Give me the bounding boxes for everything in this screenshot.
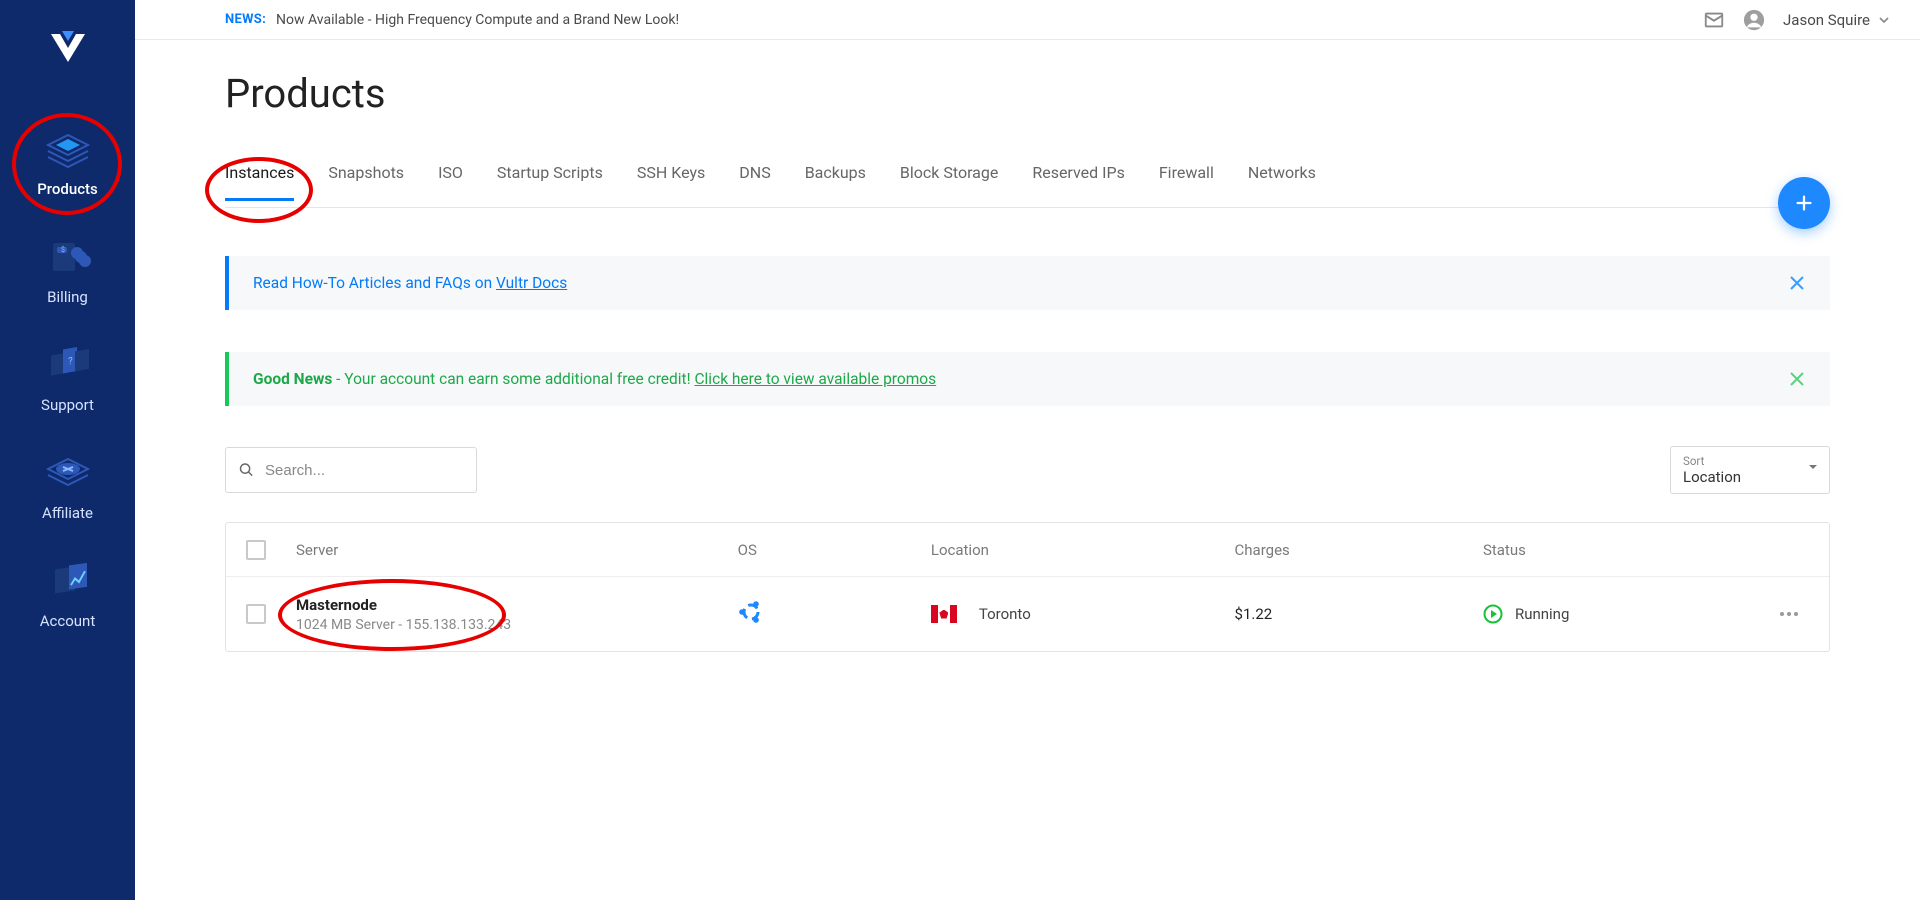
tab-reserved-ips[interactable]: Reserved IPs: [1032, 163, 1124, 200]
search-icon: [238, 460, 255, 480]
billing-icon: $: [42, 230, 94, 282]
col-location: Location: [931, 541, 1235, 559]
instance-name: Masternode: [296, 596, 738, 614]
banner-docs-link[interactable]: Vultr Docs: [496, 274, 567, 292]
sidebar-item-label: Affiliate: [42, 504, 93, 522]
tab-iso[interactable]: ISO: [438, 163, 463, 200]
sidebar-item-support[interactable]: ? Support: [0, 324, 135, 432]
user-name-label: Jason Squire: [1783, 11, 1870, 29]
tab-networks[interactable]: Networks: [1248, 163, 1316, 200]
mail-icon[interactable]: [1703, 9, 1725, 31]
affiliate-icon: [42, 446, 94, 498]
table-row[interactable]: Masternode 1024 MB Server - 155.138.133.…: [226, 577, 1829, 651]
sidebar-item-affiliate[interactable]: Affiliate: [0, 432, 135, 540]
tab-block-storage[interactable]: Block Storage: [900, 163, 998, 200]
banner-docs: Read How-To Articles and FAQs on Vultr D…: [225, 256, 1830, 310]
charges-text: $1.22: [1235, 605, 1483, 623]
page-title: Products: [225, 70, 1830, 117]
main: Products Instances Snapshots ISO Startup…: [135, 40, 1920, 692]
tab-bar: Instances Snapshots ISO Startup Scripts …: [225, 163, 1316, 200]
sort-value: Location: [1683, 468, 1817, 486]
tab-dns[interactable]: DNS: [739, 163, 770, 200]
search-box[interactable]: [225, 447, 477, 493]
banner-promo-close[interactable]: [1788, 370, 1806, 388]
instances-table: Server OS Location Charges Status Master…: [225, 522, 1830, 652]
svg-text:?: ?: [68, 356, 73, 368]
banner-promo: Good News - Your account can earn some a…: [225, 352, 1830, 406]
row-actions[interactable]: [1759, 610, 1819, 618]
user-menu[interactable]: Jason Squire: [1783, 11, 1890, 29]
close-icon: [1788, 274, 1806, 292]
col-charges: Charges: [1235, 541, 1483, 559]
banner-promo-text: - Your account can earn some additional …: [332, 370, 694, 388]
col-status: Status: [1483, 541, 1759, 559]
sidebar: Products $ Billing ? Support: [0, 0, 135, 900]
col-os: OS: [738, 541, 931, 559]
ubuntu-icon: [738, 599, 764, 625]
tab-firewall[interactable]: Firewall: [1159, 163, 1214, 200]
support-icon: ?: [42, 338, 94, 390]
col-server: Server: [296, 541, 738, 559]
row-checkbox[interactable]: [246, 604, 266, 624]
banner-promo-strong: Good News: [253, 370, 332, 388]
chevron-down-icon: [1807, 461, 1819, 473]
close-icon: [1788, 370, 1806, 388]
sidebar-item-products[interactable]: Products: [0, 108, 135, 216]
instance-subtitle: 1024 MB Server - 155.138.133.243: [296, 617, 738, 633]
banner-docs-text: Read How-To Articles and FAQs on: [253, 274, 496, 292]
svg-text:$: $: [61, 246, 65, 254]
chevron-down-icon: [1878, 14, 1890, 26]
location-text: Toronto: [979, 605, 1031, 623]
brand-logo: [48, 28, 88, 68]
search-input[interactable]: [265, 462, 464, 479]
sidebar-item-label: Support: [41, 396, 94, 414]
more-icon: [1778, 610, 1800, 618]
news-tag: NEWS:: [225, 12, 266, 27]
sidebar-item-billing[interactable]: $ Billing: [0, 216, 135, 324]
tab-ssh-keys[interactable]: SSH Keys: [637, 163, 705, 200]
status-text: Running: [1515, 605, 1569, 623]
sort-select[interactable]: Sort Location: [1670, 446, 1830, 494]
add-button[interactable]: [1778, 177, 1830, 229]
news-headline[interactable]: Now Available - High Frequency Compute a…: [276, 12, 679, 28]
running-icon: [1483, 604, 1503, 624]
flag-canada-icon: [931, 605, 957, 623]
tab-backups[interactable]: Backups: [805, 163, 866, 200]
tab-startup-scripts[interactable]: Startup Scripts: [497, 163, 603, 200]
sidebar-item-label: Account: [40, 612, 96, 630]
sidebar-item-account[interactable]: Account: [0, 540, 135, 648]
tab-instances[interactable]: Instances: [225, 163, 294, 200]
banner-promo-link[interactable]: Click here to view available promos: [694, 370, 936, 388]
topbar: NEWS: Now Available - High Frequency Com…: [135, 0, 1920, 40]
sort-label: Sort: [1683, 454, 1817, 468]
banner-docs-close[interactable]: [1788, 274, 1806, 292]
plus-icon: [1793, 192, 1815, 214]
avatar-icon[interactable]: [1743, 9, 1765, 31]
select-all-checkbox[interactable]: [246, 540, 266, 560]
os-cell: [738, 599, 931, 629]
products-icon: [42, 122, 94, 174]
account-icon: [42, 554, 94, 606]
sidebar-item-label: Billing: [47, 288, 88, 306]
sidebar-item-label: Products: [37, 180, 98, 198]
tab-snapshots[interactable]: Snapshots: [328, 163, 404, 200]
